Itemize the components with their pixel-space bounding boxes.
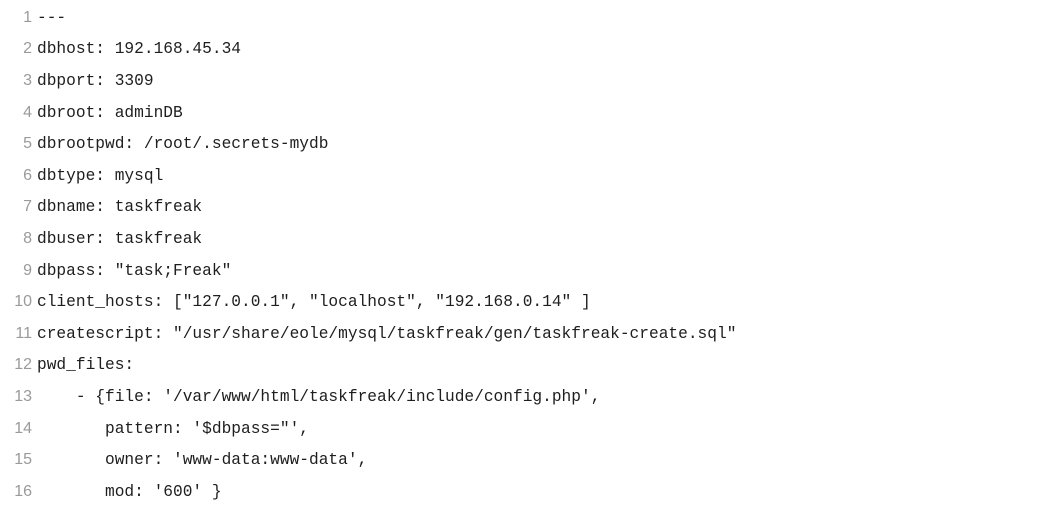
code-text[interactable]: dbpass: "task;Freak" [37,262,1059,280]
line-number: 11 [15,324,32,342]
code-text[interactable]: pwd_files: [37,356,1059,374]
code-line-2: 2 dbhost: 192.168.45.34 [0,34,1059,66]
line-number: 3 [23,71,32,89]
code-line-11: 11 createscript: "/usr/share/eole/mysql/… [0,318,1059,350]
line-number: 7 [23,198,32,216]
line-number: 2 [23,40,32,58]
code-line-5: 5 dbrootpwd: /root/.secrets-mydb [0,128,1059,160]
code-text[interactable]: dbuser: taskfreak [37,230,1059,248]
line-number: 6 [23,166,32,184]
code-text[interactable]: dbrootpwd: /root/.secrets-mydb [37,135,1059,153]
line-number: 9 [23,261,32,279]
line-number: 5 [23,135,32,153]
code-line-16: 16 mod: '600' } [0,476,1059,508]
line-number: 16 [14,482,32,500]
code-line-10: 10 client_hosts: ["127.0.0.1", "localhos… [0,286,1059,318]
code-line-14: 14 pattern: '$dbpass="', [0,413,1059,445]
code-text[interactable]: client_hosts: ["127.0.0.1", "localhost",… [37,293,1059,311]
line-number: 13 [14,387,32,405]
code-text[interactable]: dbhost: 192.168.45.34 [37,40,1059,58]
code-viewer: 1 --- 2 dbhost: 192.168.45.34 3 dbport: … [0,0,1059,511]
code-line-9: 9 dbpass: "task;Freak" [0,255,1059,287]
code-text[interactable]: mod: '600' } [37,483,1059,501]
line-number: 14 [14,419,32,437]
line-number: 12 [14,356,32,374]
code-line-15: 15 owner: 'www-data:www-data', [0,444,1059,476]
code-text[interactable]: pattern: '$dbpass="', [37,420,1059,438]
line-number: 15 [14,451,32,469]
code-line-8: 8 dbuser: taskfreak [0,223,1059,255]
code-text[interactable]: --- [37,9,1059,27]
line-number: 1 [23,8,32,26]
line-number: 8 [23,229,32,247]
code-text[interactable]: owner: 'www-data:www-data', [37,451,1059,469]
code-line-6: 6 dbtype: mysql [0,160,1059,192]
code-line-1: 1 --- [0,2,1059,34]
code-text[interactable]: dbroot: adminDB [37,104,1059,122]
code-line-13: 13 - {file: '/var/www/html/taskfreak/inc… [0,381,1059,413]
code-line-4: 4 dbroot: adminDB [0,97,1059,129]
code-text[interactable]: dbname: taskfreak [37,198,1059,216]
code-text[interactable]: dbport: 3309 [37,72,1059,90]
code-text[interactable]: - {file: '/var/www/html/taskfreak/includ… [37,388,1059,406]
line-number: 4 [23,103,32,121]
code-line-7: 7 dbname: taskfreak [0,192,1059,224]
code-line-12: 12 pwd_files: [0,350,1059,382]
code-text[interactable]: createscript: "/usr/share/eole/mysql/tas… [37,325,1059,343]
code-line-3: 3 dbport: 3309 [0,65,1059,97]
code-text[interactable]: dbtype: mysql [37,167,1059,185]
line-number: 10 [14,293,32,311]
